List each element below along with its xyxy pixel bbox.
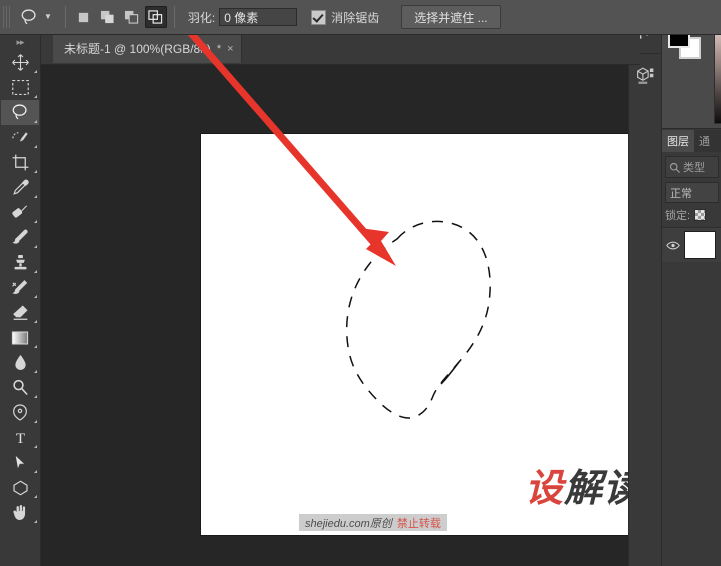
lasso-tool[interactable] bbox=[1, 100, 39, 125]
quick-selection-tool[interactable] bbox=[1, 125, 39, 150]
chevron-down-icon[interactable]: ▼ bbox=[44, 13, 52, 21]
feather-control: 羽化: 0 像素 bbox=[187, 8, 298, 26]
antialias-control[interactable]: 消除锯齿 bbox=[311, 9, 379, 26]
close-icon[interactable]: × bbox=[227, 43, 233, 55]
layers-panel: 图层 通 类型 正常 锁定: bbox=[662, 130, 721, 566]
brand-mark-first: 设 bbox=[524, 465, 564, 510]
feather-input[interactable]: 0 像素 bbox=[219, 8, 298, 26]
document-canvas[interactable]: 设 解读 shejiedu.com原创 禁止转载 bbox=[201, 134, 640, 535]
watermark-notice: 禁止转载 bbox=[396, 517, 441, 530]
options-divider-1 bbox=[64, 6, 66, 28]
eraser-tool[interactable] bbox=[1, 300, 39, 325]
right-panel-dock: 颜色 色 图层 通 类型 正常 bbox=[661, 0, 721, 566]
hand-tool[interactable] bbox=[1, 500, 39, 525]
layer-row[interactable] bbox=[662, 227, 721, 262]
canvas-workspace[interactable]: 设 解读 shejiedu.com原创 禁止转载 bbox=[40, 64, 640, 566]
select-and-mask-label: 选择并遮住 ... bbox=[414, 10, 488, 25]
dodge-tool[interactable] bbox=[1, 375, 39, 400]
move-tool[interactable] bbox=[1, 50, 39, 75]
intersect-with-selection-button[interactable] bbox=[144, 6, 167, 28]
options-bar: ▼ 羽化: 0 像素 消除锯齿 选择并遮住 ... bbox=[0, 0, 721, 35]
lock-label: 锁定: bbox=[665, 209, 691, 222]
antialias-checkbox[interactable] bbox=[311, 9, 327, 25]
layer-filter-search[interactable]: 类型 bbox=[665, 156, 719, 178]
lasso-icon bbox=[19, 8, 39, 27]
clone-stamp-tool[interactable] bbox=[1, 250, 39, 275]
path-selection-tool[interactable] bbox=[1, 450, 39, 475]
options-divider-2 bbox=[173, 6, 175, 28]
subtract-from-selection-button[interactable] bbox=[121, 6, 143, 28]
blend-mode-dropdown[interactable]: 正常 bbox=[665, 182, 719, 203]
options-bar-grip[interactable] bbox=[3, 6, 12, 28]
new-selection-button[interactable] bbox=[73, 6, 95, 28]
layer-visibility-icon[interactable] bbox=[665, 238, 680, 253]
layer-thumbnail[interactable] bbox=[684, 231, 716, 259]
feather-label: 羽化: bbox=[187, 10, 216, 25]
layer-filter-type-label: 类型 bbox=[683, 162, 705, 174]
blur-tool[interactable] bbox=[1, 350, 39, 375]
pen-tool[interactable] bbox=[1, 400, 39, 425]
watermark: shejiedu.com原创 禁止转载 bbox=[299, 514, 447, 531]
tab-channels[interactable]: 通 bbox=[694, 130, 715, 152]
spot-healing-brush-tool[interactable] bbox=[1, 200, 39, 225]
lock-row: 锁定: bbox=[665, 205, 719, 224]
eyedropper-tool[interactable] bbox=[1, 175, 39, 200]
photoshop-window: ▸▸ T 未标题-1 @ 100%(RGB/8#) * × 设 解读 sheji… bbox=[0, 0, 721, 566]
type-tool[interactable]: T bbox=[1, 425, 39, 450]
tools-panel: ▸▸ T bbox=[0, 34, 41, 566]
document-tab-title: 未标题-1 @ 100%(RGB/8#) bbox=[64, 42, 211, 56]
crop-tool[interactable] bbox=[1, 150, 39, 175]
brand-mark: 设 解读 bbox=[525, 469, 640, 507]
tab-layers[interactable]: 图层 bbox=[662, 130, 694, 152]
toolbar-grip[interactable]: ▸▸ bbox=[0, 34, 40, 50]
add-to-selection-button[interactable] bbox=[97, 6, 119, 28]
tool-preset-picker[interactable]: ▼ bbox=[15, 4, 58, 30]
select-and-mask-button[interactable]: 选择并遮住 ... bbox=[401, 5, 501, 29]
selection-mode-group bbox=[73, 6, 167, 28]
search-icon bbox=[669, 162, 680, 173]
history-brush-tool[interactable] bbox=[1, 275, 39, 300]
blend-mode-value: 正常 bbox=[670, 187, 692, 200]
document-modified-marker: * bbox=[216, 42, 222, 55]
document-tab-bar: 未标题-1 @ 100%(RGB/8#) * × bbox=[40, 34, 640, 65]
svg-text:T: T bbox=[15, 431, 24, 447]
gradient-tool[interactable] bbox=[1, 325, 39, 350]
layers-panel-tabs: 图层 通 bbox=[662, 130, 721, 152]
document-tab[interactable]: 未标题-1 @ 100%(RGB/8#) * × bbox=[53, 34, 242, 63]
lock-transparency-icon[interactable] bbox=[694, 208, 707, 221]
panel-icon-rail bbox=[628, 0, 662, 566]
antialias-label: 消除锯齿 bbox=[331, 10, 380, 25]
brush-tool[interactable] bbox=[1, 225, 39, 250]
shape-tool[interactable] bbox=[1, 475, 39, 500]
watermark-site: shejiedu.com原创 bbox=[305, 517, 392, 530]
rectangular-marquee-tool[interactable] bbox=[1, 75, 39, 100]
